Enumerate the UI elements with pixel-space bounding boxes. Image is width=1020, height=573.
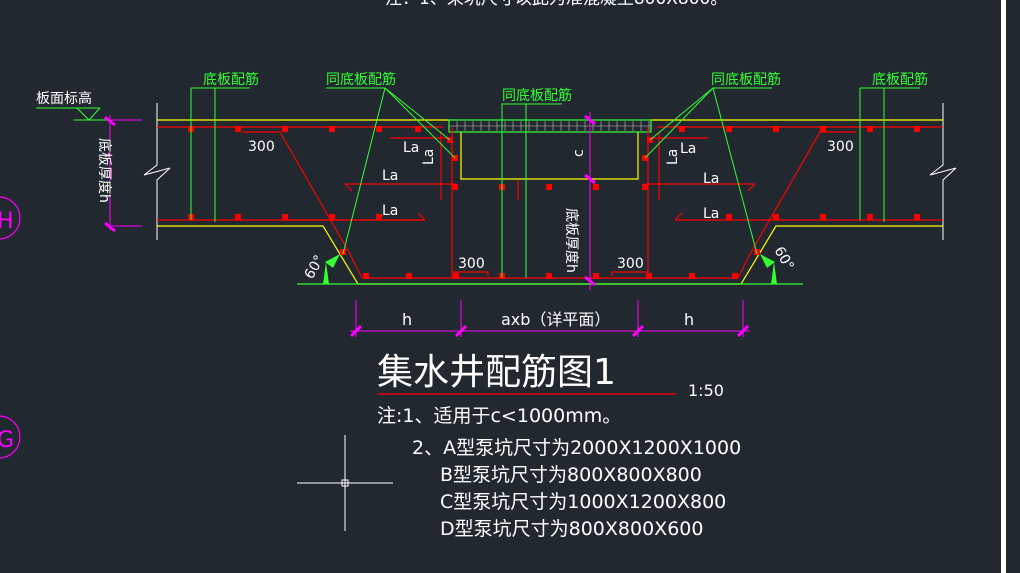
rebar-dot <box>867 126 873 132</box>
leader-lines <box>190 87 920 278</box>
rebar-dot <box>282 214 288 220</box>
rebar-dot <box>689 273 695 279</box>
rebar-dot <box>867 214 873 220</box>
la-label-vertical-right: La <box>665 149 681 165</box>
rebar-dot <box>646 273 652 279</box>
right-panel-edge[interactable] <box>1006 0 1020 573</box>
la-label-vertical-left: La <box>421 149 437 165</box>
drawing-scale: 1:50 <box>688 381 724 400</box>
la-label-4: La <box>680 141 696 157</box>
rebar-dot <box>406 273 412 279</box>
concrete-outline <box>157 119 943 285</box>
rebar-dot <box>773 126 779 132</box>
grid-bubble-h-label: H <box>0 209 14 234</box>
crosshair-cursor <box>297 435 393 531</box>
rebar-dot <box>282 126 288 132</box>
rebar-lines <box>157 126 943 279</box>
angle-marker-left: 60° <box>302 252 340 284</box>
dimension-label-center: axb（详平面） <box>501 310 610 329</box>
dimension-label-left: h <box>402 310 412 329</box>
la-label-1: La <box>403 140 419 156</box>
rebar-dot <box>914 126 920 132</box>
rebar-dot <box>329 214 335 220</box>
la-label-2: La <box>382 168 398 184</box>
grid-bubble-g: G <box>0 415 21 459</box>
rebar-dot <box>329 126 335 132</box>
rebar-dot <box>235 214 241 220</box>
grid-bubble-h: H <box>0 196 21 240</box>
rebar-dot <box>773 214 779 220</box>
rebar-dot <box>914 214 920 220</box>
slab-thickness-dimension-center: 底板厚度h <box>563 112 596 290</box>
dimension-label-right: h <box>684 310 694 329</box>
label-same-bottom-rebar-left: 同底板配筋 <box>326 71 396 88</box>
label-same-bottom-rebar-center: 同底板配筋 <box>502 87 572 104</box>
rebar-dot <box>546 273 552 279</box>
top-note-partial: 注：1、采坑尺寸以此为准混凝土800X800。 <box>385 0 727 9</box>
rebar-dot <box>235 126 241 132</box>
rebar-dot <box>593 273 599 279</box>
rebar-dot <box>679 126 685 132</box>
grid-bubble-g-label: G <box>0 428 14 453</box>
rebar-dot <box>732 273 738 279</box>
rebar-dot <box>453 273 459 279</box>
rebar-dot <box>820 214 826 220</box>
label-same-bottom-rebar-right: 同底板配筋 <box>711 71 781 88</box>
slab-thickness-dimension-left: 底板厚度h <box>96 115 142 233</box>
dim-300-bottom-right: 300 <box>617 256 644 272</box>
slab-thickness-label-left: 底板厚度h <box>96 138 112 203</box>
slab-top-elevation-label: 板面标高 <box>36 90 92 107</box>
slab-thickness-label-center: 底板厚度h <box>563 208 579 273</box>
rebar-dot <box>820 126 826 132</box>
angle-marker-right: 60° <box>760 244 797 284</box>
rebar-dot <box>363 273 369 279</box>
rebar-dot <box>593 184 599 190</box>
slab-top-elevation-marker: 板面标高 <box>36 90 142 121</box>
rebar-dot <box>754 249 760 255</box>
dim-300-top-left: 300 <box>248 139 275 155</box>
rebar-dot <box>726 214 732 220</box>
grating-cover <box>448 119 652 133</box>
note-1: 注:1、适用于c<1000mm。 <box>377 405 621 427</box>
dim-300-top-right: 300 <box>827 139 854 155</box>
rebar-dot <box>642 184 648 190</box>
note-5: D型泵坑尺寸为800X800X600 <box>440 518 703 540</box>
label-bottom-rebar-right: 底板配筋 <box>872 71 928 88</box>
la-label-6: La <box>703 206 719 222</box>
la-label-3: La <box>382 203 398 219</box>
note-3: B型泵坑尺寸为800X800X800 <box>440 464 702 486</box>
c-label: c <box>571 149 587 157</box>
note-2: 2、A型泵坑尺寸为2000X1200X1000 <box>412 437 741 459</box>
dim-300-bottom-left: 300 <box>458 256 485 272</box>
rebar-dot <box>546 184 552 190</box>
rebar-dot <box>452 184 458 190</box>
rebar-dot <box>415 126 421 132</box>
rebar-dot <box>376 126 382 132</box>
note-4: C型泵坑尺寸为1000X1200X800 <box>440 491 726 513</box>
drawing-title: 集水井配筋图1 <box>377 352 616 393</box>
label-bottom-rebar-left: 底板配筋 <box>203 71 259 88</box>
cad-drawing-canvas[interactable]: 注：1、采坑尺寸以此为准混凝土800X800。 H G 板面标高 底板厚度h <box>0 0 1020 573</box>
rebar-dot <box>726 126 732 132</box>
la-label-5: La <box>703 171 719 187</box>
